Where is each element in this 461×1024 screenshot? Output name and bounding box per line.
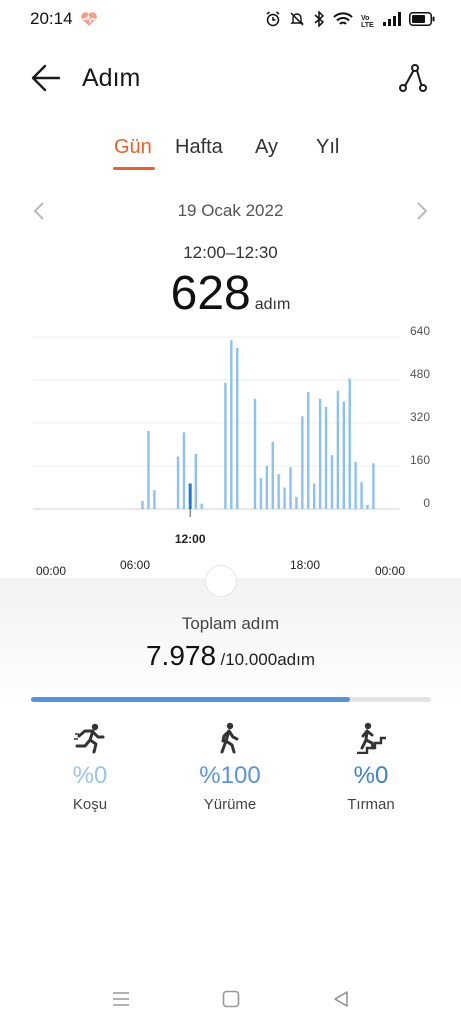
total-steps-value: 7.978 — [145, 640, 217, 671]
status-bar: 20:14 Vo LTE — [0, 0, 461, 40]
chart-bar — [253, 398, 257, 509]
chevron-right-icon — [417, 202, 428, 220]
tab-day[interactable]: Gün — [114, 136, 152, 159]
next-day-button[interactable] — [409, 199, 433, 223]
status-time: 20:14 — [30, 9, 73, 28]
system-nav-bar — [0, 980, 461, 1024]
back-icon — [334, 991, 348, 1007]
x-tick-label: 18:00 — [290, 558, 320, 572]
chart-bar — [283, 487, 286, 509]
chart-bar — [330, 455, 334, 509]
date-label: 19 Ocak 2022 — [177, 201, 284, 220]
chart-bar — [312, 483, 316, 509]
x-tick-label: 00:00 — [375, 564, 405, 578]
back-button[interactable] — [28, 60, 64, 96]
page-title: Adım — [82, 64, 141, 92]
chart-bar — [366, 504, 369, 509]
total-steps-goal: /10.000adım — [220, 650, 316, 669]
chart-bar — [259, 478, 263, 509]
x-tick-label: 00:00 — [36, 564, 66, 578]
status-icons: Vo LTE — [265, 10, 435, 32]
selected-steps-unit: adım — [254, 296, 291, 313]
chart-bar — [236, 347, 239, 509]
chart-bar — [342, 401, 345, 509]
chart-bar — [224, 382, 227, 509]
y-tick-label: 320 — [410, 410, 430, 424]
chart-bar — [289, 467, 292, 509]
wifi-icon — [333, 11, 353, 32]
chart-bar — [348, 378, 351, 509]
nav-menu-button[interactable] — [106, 984, 136, 1014]
chart-bar — [324, 406, 328, 509]
mute-icon — [289, 11, 305, 32]
tab-week[interactable]: Hafta — [175, 136, 223, 159]
period-tabs: Gün Hafta Ay Yıl — [0, 136, 461, 176]
route-icon — [399, 64, 427, 92]
walking-label: Yürüme — [203, 796, 257, 813]
x-tick-label: 06:00 — [120, 558, 150, 572]
chart-bar — [176, 456, 180, 509]
chart-bar — [194, 453, 197, 509]
climbing-percent: %0 — [353, 762, 389, 789]
tab-year[interactable]: Yıl — [316, 136, 339, 159]
chart-bar — [301, 416, 304, 509]
signal-icon — [383, 12, 401, 31]
chart-bar — [336, 390, 340, 509]
nav-home-button[interactable] — [216, 984, 246, 1014]
y-tick-label: 160 — [410, 453, 430, 467]
selected-tick-label: 12:00 — [175, 532, 206, 546]
volte-icon: Vo LTE — [361, 14, 374, 29]
chart-bar — [360, 482, 363, 509]
chart-bar — [182, 432, 186, 509]
card-drag-handle[interactable] — [206, 566, 236, 596]
chart-bar — [141, 500, 144, 509]
arrow-left-icon — [31, 64, 61, 92]
walking-icon — [220, 722, 239, 754]
goal-progress-fill — [31, 697, 351, 702]
y-tick-label: 0 — [423, 496, 430, 510]
chart-bar — [277, 474, 280, 509]
chart-bar — [271, 441, 274, 509]
tab-month[interactable]: Ay — [255, 136, 278, 159]
health-app-icon — [80, 11, 98, 32]
tab-active-indicator — [113, 167, 155, 170]
activity-running[interactable]: %0 Koşu — [30, 720, 150, 813]
activity-walking[interactable]: %100 Yürüme — [170, 720, 290, 813]
chart-bar — [153, 490, 156, 509]
goal-progress-bar — [31, 697, 431, 702]
chart-bar — [147, 431, 150, 509]
climbing-label: Tırman — [347, 796, 395, 813]
chart-bar — [372, 463, 375, 509]
running-icon — [74, 723, 105, 754]
chart-bar — [188, 483, 192, 509]
chart-bar — [307, 392, 310, 509]
activity-climbing[interactable]: %0 Tırman — [311, 720, 431, 813]
total-steps-row: 7.978 /10.000adım — [0, 640, 461, 672]
nav-back-button[interactable] — [326, 984, 356, 1014]
chart-bar — [295, 496, 298, 509]
selected-value-row: 628 adım — [0, 266, 461, 321]
running-label: Koşu — [72, 796, 108, 813]
running-percent: %0 — [72, 762, 108, 789]
selected-range: 12:00–12:30 — [183, 243, 278, 262]
chart-bar — [200, 503, 203, 509]
alarm-icon — [265, 11, 281, 32]
route-button[interactable] — [395, 60, 431, 96]
y-tick-label: 480 — [410, 367, 430, 381]
chart-bar — [318, 398, 322, 509]
bluetooth-icon — [313, 10, 325, 32]
chart-bar — [265, 466, 269, 509]
home-icon — [222, 990, 240, 1008]
climbing-icon — [357, 722, 386, 754]
selected-steps-value: 628 — [170, 267, 251, 320]
battery-icon — [409, 12, 435, 31]
menu-icon — [113, 992, 129, 1006]
steps-bar-chart[interactable]: 640 480 320 160 0 12:00 00:00 00:00 06:00 18:00 — [0, 325, 461, 585]
chart-bar — [354, 461, 357, 509]
walking-percent: %100 — [199, 762, 261, 789]
total-steps-label: Toplam adım — [181, 614, 280, 633]
y-tick-label: 640 — [410, 325, 430, 338]
chart-bar — [230, 340, 233, 509]
